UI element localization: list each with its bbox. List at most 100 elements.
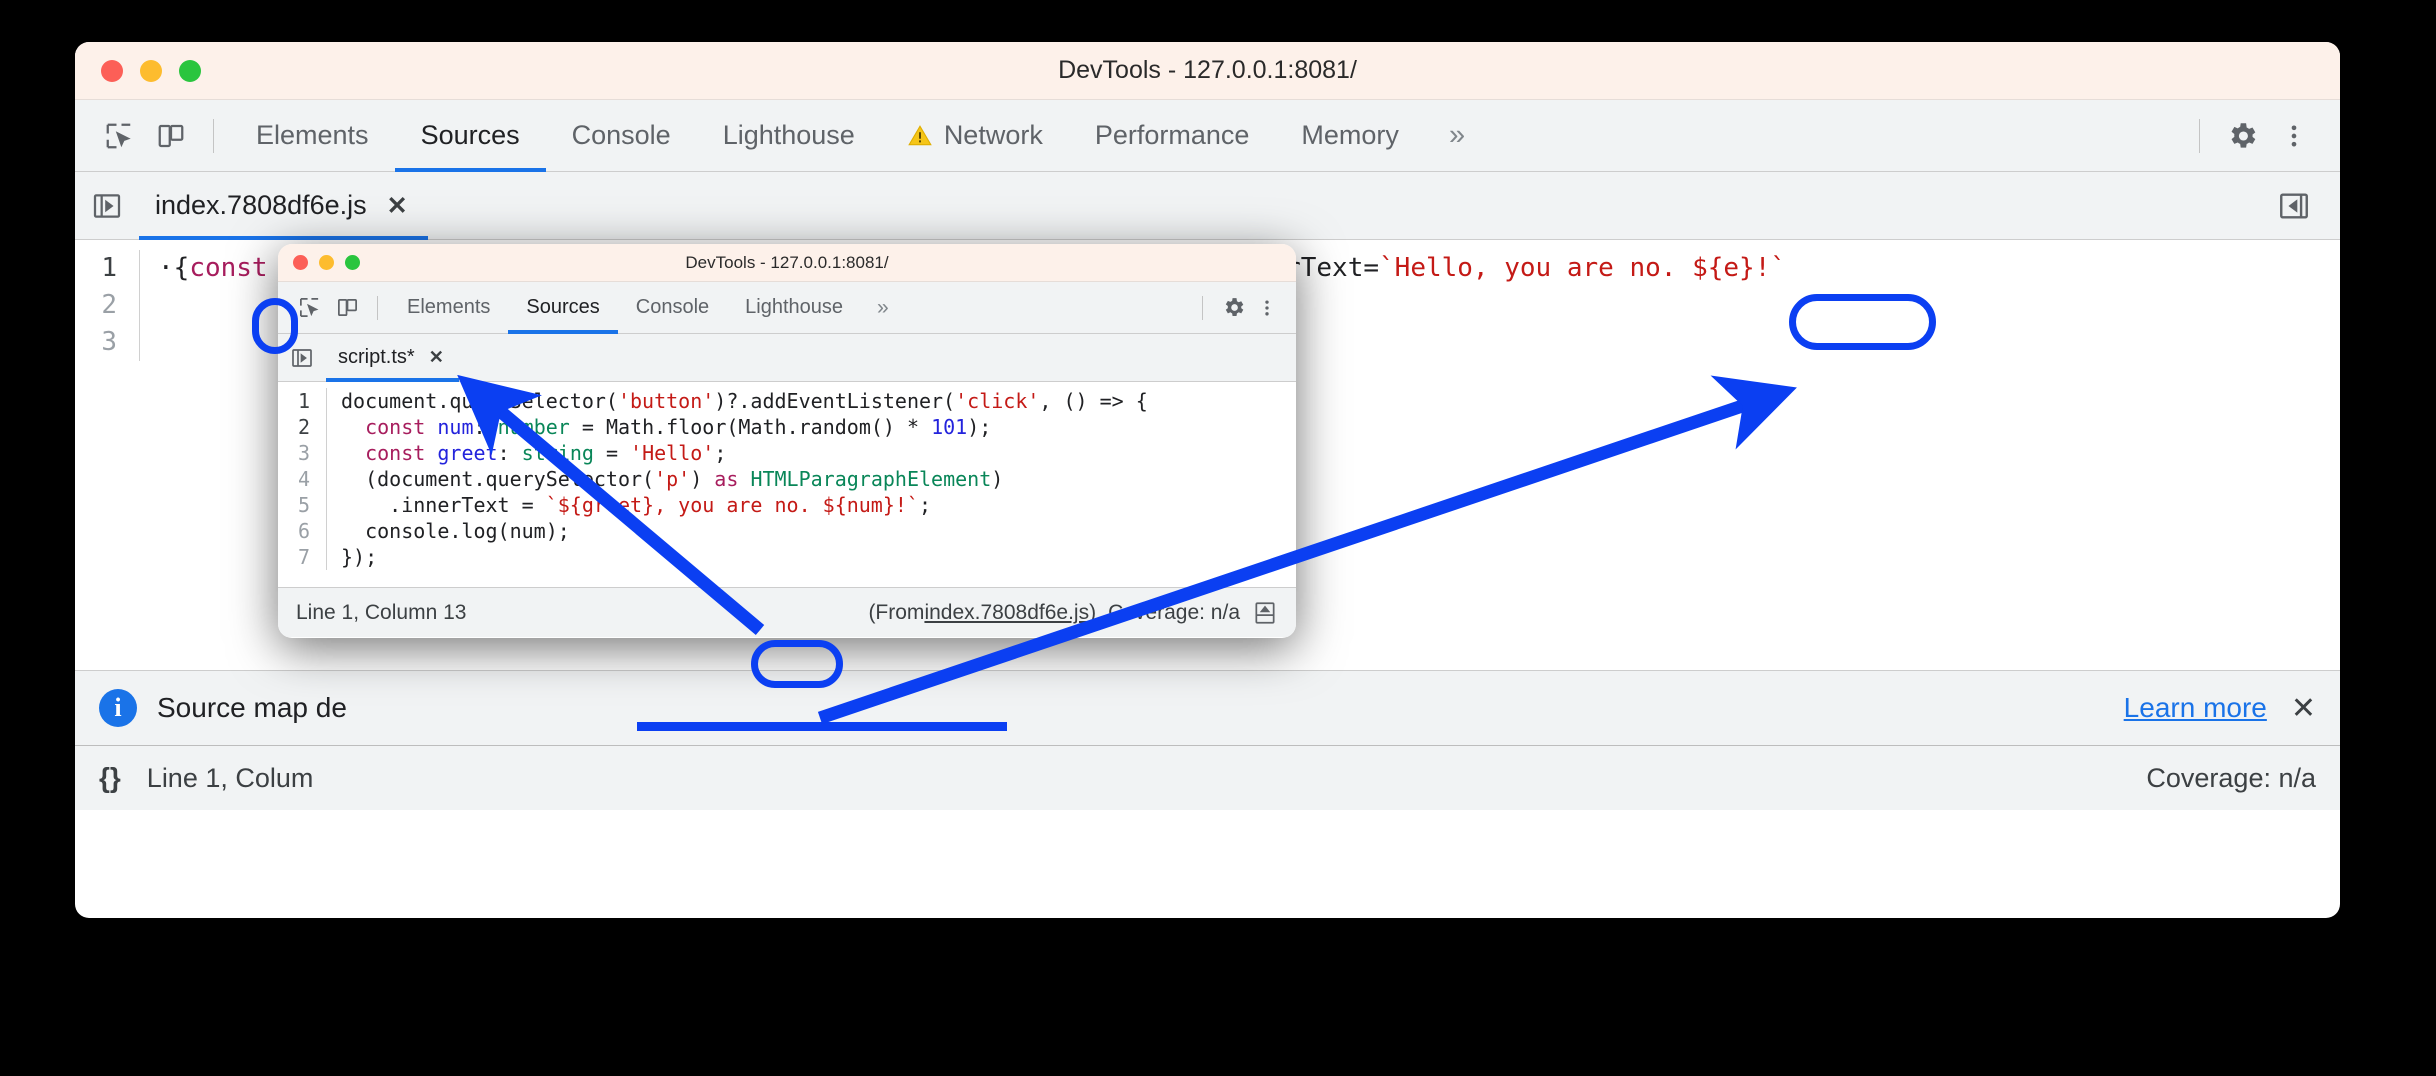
file-tab-index-js[interactable]: index.7808df6e.js ✕ [139, 172, 428, 240]
show-drawer-icon[interactable] [1252, 600, 1278, 626]
maximize-window-button[interactable] [179, 60, 201, 82]
tab-lighthouse[interactable]: Lighthouse [727, 282, 861, 334]
tab-elements[interactable]: Elements [389, 282, 508, 334]
inspect-icon[interactable] [93, 110, 145, 162]
code-line: 4 (document.querySelector('p') as HTMLPa… [278, 466, 1296, 492]
code-token: `Hello, you are no. ${e}!` [1379, 253, 1786, 283]
tab-elements[interactable]: Elements [230, 100, 395, 172]
minimize-window-button[interactable] [319, 255, 334, 270]
code-token: )?.addEventListener( [714, 389, 955, 413]
code-token: ·{ [158, 253, 189, 283]
tab-performance[interactable]: Performance [1069, 100, 1276, 172]
maximize-window-button[interactable] [345, 255, 360, 270]
file-tab-label: index.7808df6e.js [155, 190, 367, 221]
pretty-print-icon[interactable]: {} [99, 762, 121, 794]
code-token [738, 467, 750, 491]
file-tab-script-ts[interactable]: script.ts* ✕ [326, 334, 459, 382]
code-token: 'click' [955, 389, 1039, 413]
code-token: greet [437, 441, 497, 465]
inner-panel-tabs: Elements Sources Console Lighthouse » [389, 282, 905, 334]
minimize-window-button[interactable] [140, 60, 162, 82]
tab-console-label: Console [636, 296, 709, 319]
line-number: 5 [278, 492, 326, 518]
code-token: ); [967, 415, 991, 439]
tab-sources-label: Sources [526, 296, 599, 319]
inner-traffic-lights [278, 255, 360, 270]
learn-more-link[interactable]: Learn more [2124, 692, 2267, 724]
source-map-info-bar: i Source map de Learn more ✕ [75, 670, 2340, 746]
info-close-icon[interactable]: ✕ [2291, 691, 2316, 726]
tab-sources[interactable]: Sources [395, 100, 546, 172]
tab-network[interactable]: Network [881, 100, 1069, 172]
outer-file-tabrow: index.7808df6e.js ✕ [75, 172, 2340, 240]
tab-performance-label: Performance [1095, 120, 1250, 151]
device-toolbar-icon[interactable] [145, 110, 197, 162]
close-window-button[interactable] [101, 60, 123, 82]
code-token: string [522, 441, 594, 465]
code-token: ; [919, 493, 931, 517]
more-tabs-button[interactable]: » [861, 296, 905, 320]
inner-titlebar: DevTools - 127.0.0.1:8081/ [278, 244, 1296, 282]
inner-status-right: (From index.7808df6e.js ) Coverage: n/a [868, 600, 1278, 626]
tab-console[interactable]: Console [546, 100, 697, 172]
collapse-sidebar-icon[interactable] [2268, 180, 2320, 232]
close-window-button[interactable] [293, 255, 308, 270]
code-line: 3 const greet: string = 'Hello'; [278, 440, 1296, 466]
source-suffix: ) [1089, 601, 1096, 625]
code-token: const [365, 441, 425, 465]
outer-status-right: Coverage: n/a [2146, 763, 2316, 794]
gear-icon[interactable] [2216, 110, 2268, 162]
line-content: const num: number = Math.floor(Math.rand… [326, 414, 1296, 440]
tab-sources[interactable]: Sources [508, 282, 617, 334]
code-token: (document.querySelector( [341, 467, 654, 491]
tab-memory-label: Memory [1301, 120, 1399, 151]
toolbar-divider [377, 296, 378, 320]
tab-network-label: Network [944, 120, 1043, 151]
code-token [425, 441, 437, 465]
device-toolbar-icon[interactable] [328, 289, 366, 327]
source-map-link[interactable]: index.7808df6e.js [924, 601, 1089, 625]
show-navigator-icon[interactable] [278, 346, 326, 370]
gear-icon[interactable] [1214, 289, 1252, 327]
tab-console[interactable]: Console [618, 282, 727, 334]
outer-status-bar: {} Line 1, Colum Coverage: n/a [75, 746, 2340, 810]
more-tabs-button[interactable]: » [1425, 119, 1489, 152]
line-content: (document.querySelector('p') as HTMLPara… [326, 466, 1296, 492]
coverage-status: Coverage: n/a [2146, 763, 2316, 794]
code-token: : [498, 441, 522, 465]
tab-lighthouse-label: Lighthouse [745, 296, 843, 319]
line-number: 3 [278, 440, 326, 466]
line-number: 2 [278, 414, 326, 440]
code-line: 1 document.querySelector('button')?.addE… [278, 388, 1296, 414]
code-token [341, 441, 365, 465]
kebab-menu-icon[interactable] [1252, 289, 1282, 327]
code-token [425, 415, 437, 439]
line-number: 2 [75, 287, 139, 324]
file-tab-close-icon[interactable]: ✕ [387, 191, 408, 221]
code-token: const [365, 415, 425, 439]
code-token: document.querySelector( [341, 389, 618, 413]
tab-memory[interactable]: Memory [1275, 100, 1425, 172]
code-token: const [189, 253, 267, 283]
inner-code-editor[interactable]: 1 document.querySelector('button')?.addE… [278, 382, 1296, 587]
code-token: ) [991, 467, 1003, 491]
code-token: console.log(num); [341, 519, 570, 543]
code-token: .innerText = [341, 493, 546, 517]
kebab-menu-icon[interactable] [2268, 110, 2320, 162]
show-navigator-icon[interactable] [75, 190, 139, 222]
code-line: 5 .innerText = `${greet}, you are no. ${… [278, 492, 1296, 518]
code-token: = [594, 441, 630, 465]
outer-titlebar: DevTools - 127.0.0.1:8081/ [75, 42, 2340, 100]
line-content: document.querySelector('button')?.addEve… [326, 388, 1296, 414]
file-tab-close-icon[interactable]: ✕ [429, 347, 444, 368]
tab-lighthouse[interactable]: Lighthouse [697, 100, 881, 172]
tab-lighthouse-label: Lighthouse [723, 120, 855, 151]
cursor-position: Line 1, Column 13 [296, 601, 466, 625]
code-token: `${greet}, you are no. ${num}!` [546, 493, 919, 517]
outer-tabstrip-actions [2183, 110, 2340, 162]
info-bar-actions: Learn more ✕ [2124, 691, 2316, 726]
outer-panel-tabstrip: Elements Sources Console Lighthouse [75, 100, 2340, 172]
warning-icon [907, 123, 933, 149]
info-message: Source map de [157, 692, 347, 724]
inspect-icon[interactable] [290, 289, 328, 327]
